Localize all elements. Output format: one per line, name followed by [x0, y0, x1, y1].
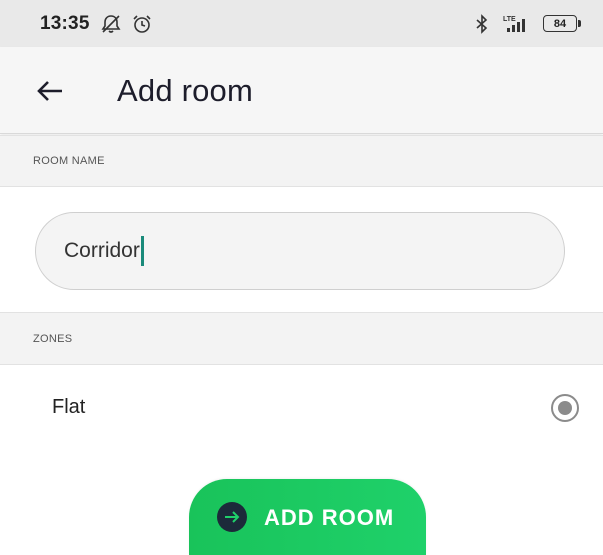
battery-level: 84 — [553, 17, 567, 30]
add-room-button-label: ADD ROOM — [264, 505, 395, 530]
add-room-button[interactable]: ADD ROOM — [189, 479, 426, 555]
room-name-input[interactable]: Corridor — [35, 212, 565, 290]
signal-icon: LTE — [501, 14, 531, 34]
zone-radio-button[interactable] — [551, 394, 579, 422]
status-time: 13:35 — [40, 12, 90, 34]
room-name-section-header: ROOM NAME — [0, 135, 603, 187]
battery-icon: 84 — [543, 15, 581, 32]
bluetooth-icon — [475, 13, 489, 34]
app-bar: Add room — [0, 47, 603, 134]
arrow-right-circle-icon — [217, 502, 247, 532]
text-caret — [140, 236, 144, 266]
zones-section-header: ZONES — [0, 312, 603, 365]
room-name-value[interactable]: Corridor — [64, 239, 140, 263]
zone-item-flat[interactable]: Flat — [0, 366, 603, 450]
notifications-off-icon — [100, 14, 122, 34]
zone-label: Flat — [52, 396, 86, 418]
radio-selected-dot — [558, 401, 572, 415]
status-right: LTE 84 — [475, 13, 581, 34]
alarm-icon — [132, 14, 152, 34]
status-left: 13:35 — [40, 13, 152, 35]
network-label: LTE — [503, 16, 516, 23]
status-bar: 13:35 LTE 84 — [0, 0, 603, 47]
back-button[interactable] — [36, 77, 64, 105]
arrow-left-icon — [36, 79, 64, 103]
page-title: Add room — [117, 73, 253, 108]
